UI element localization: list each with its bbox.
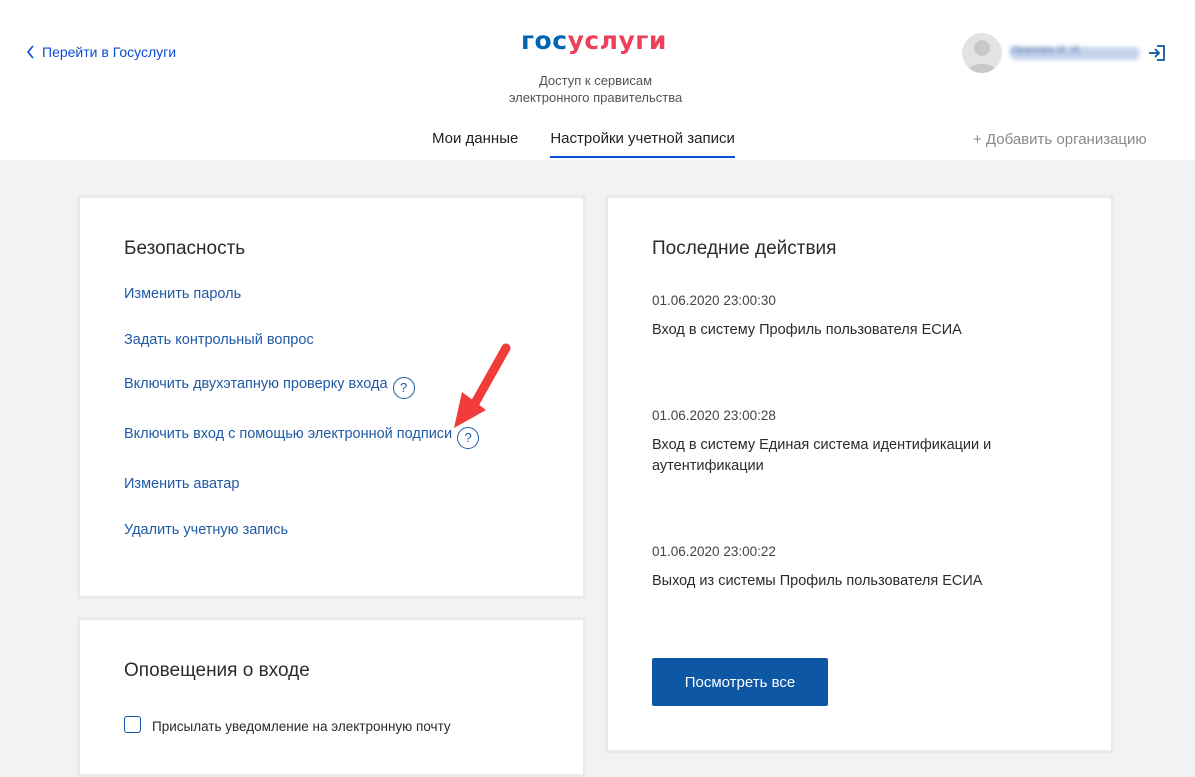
login-notifications-card	[77, 617, 586, 777]
enable-two-step-link[interactable]: Включить двухэтапную проверку входа?	[124, 376, 415, 399]
tab-account-settings[interactable]: Настройки учетной записи	[550, 130, 735, 158]
email-notification-checkbox[interactable]	[124, 716, 141, 733]
enable-signature-login-link[interactable]: Включить вход с помощью электронной подп…	[124, 426, 480, 449]
recent-actions-title: Последние действия	[652, 238, 837, 259]
avatar[interactable]	[962, 33, 1002, 73]
activity-text: Вход в систему Профиль пользователя ЕСИА	[652, 322, 962, 338]
view-all-button[interactable]: Посмотреть все	[652, 658, 828, 706]
change-password-link[interactable]: Изменить пароль	[124, 286, 241, 302]
notifications-title: Оповещения о входе	[124, 660, 310, 681]
back-link-label: Перейти в Госуслуги	[42, 44, 177, 60]
gosuslugi-logo[interactable]: госуслуги	[521, 26, 667, 56]
change-avatar-link[interactable]: Изменить аватар	[124, 476, 239, 492]
email-notification-label: Присылать уведомление на электронную поч…	[152, 719, 451, 734]
user-silhouette-icon	[967, 40, 997, 73]
back-to-gosuslugi-link[interactable]: Перейти в Госуслуги	[26, 44, 176, 60]
add-organization-link[interactable]: + Добавить организацию	[973, 131, 1147, 148]
activity-text: Выход из системы Профиль пользователя ЕС…	[652, 573, 983, 589]
red-arrow-annotation	[454, 343, 511, 428]
activity-date: 01.06.2020 23:00:28	[652, 408, 776, 423]
tabs: Мои данные Настройки учетной записи	[432, 130, 735, 158]
header: Перейти в Госуслуги госуслуги Доступ к с…	[0, 0, 1195, 160]
user-menu[interactable]: Иванова И. И.	[962, 33, 1140, 73]
username-blurred[interactable]: Иванова И. И.	[1010, 44, 1140, 60]
help-icon[interactable]: ?	[392, 377, 415, 399]
logo-subtitle: Доступ к сервисам электронного правитель…	[508, 73, 683, 105]
tab-my-data[interactable]: Мои данные	[432, 130, 518, 158]
activity-date: 01.06.2020 23:00:22	[652, 544, 776, 559]
delete-account-link[interactable]: Удалить учетную запись	[124, 522, 288, 538]
activity-date: 01.06.2020 23:00:30	[652, 293, 776, 308]
set-security-question-link[interactable]: Задать контрольный вопрос	[124, 332, 314, 348]
chevron-left-icon	[26, 45, 34, 59]
security-title: Безопасность	[124, 238, 246, 259]
activity-text: Вход в систему Единая система идентифика…	[652, 437, 992, 474]
logout-icon[interactable]	[1148, 44, 1166, 62]
